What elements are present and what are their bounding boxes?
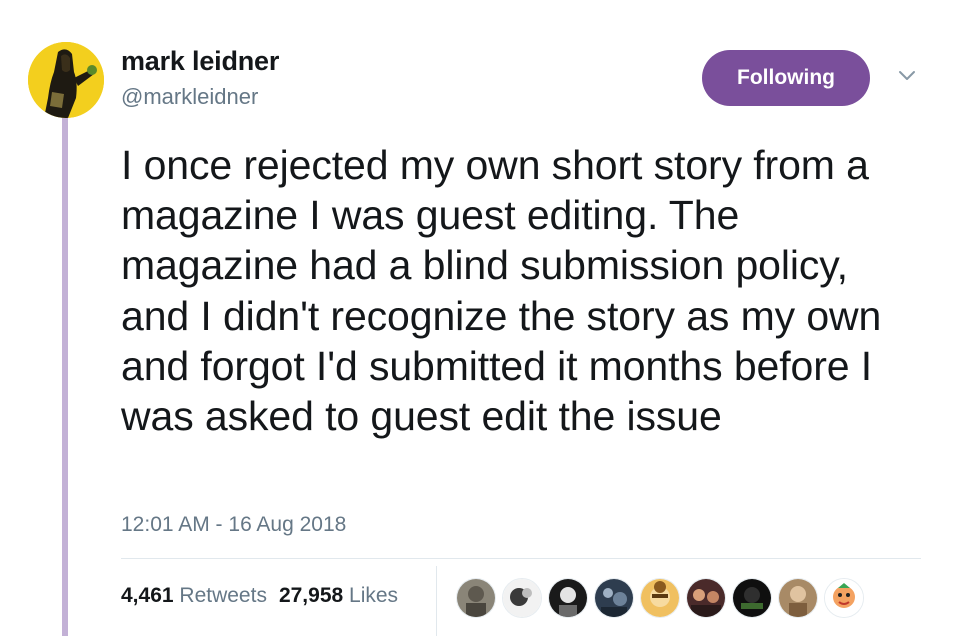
liker-avatar[interactable] bbox=[640, 578, 680, 618]
liker-avatar[interactable] bbox=[594, 578, 634, 618]
tweet-text: I once rejected my own short story from … bbox=[121, 142, 882, 440]
liker-avatar[interactable] bbox=[778, 578, 818, 618]
liker-avatar[interactable] bbox=[548, 578, 588, 618]
chevron-down-icon[interactable] bbox=[896, 64, 918, 86]
liker-avatar[interactable] bbox=[686, 578, 726, 618]
liker-avatars bbox=[456, 578, 864, 618]
likes-stat[interactable]: 27,958 Likes bbox=[279, 584, 398, 607]
retweets-stat[interactable]: 4,461 Retweets bbox=[121, 584, 267, 607]
stats-separator bbox=[436, 566, 437, 636]
tweet-stats: 4,461 Retweets 27,958 Likes bbox=[121, 584, 398, 608]
likes-label: Likes bbox=[349, 584, 399, 607]
like-count: 27,958 bbox=[278, 584, 344, 607]
retweets-label: Retweets bbox=[179, 584, 267, 607]
liker-avatar[interactable] bbox=[732, 578, 772, 618]
liker-avatar[interactable] bbox=[502, 578, 542, 618]
author-name[interactable]: mark leidner bbox=[121, 46, 279, 77]
avatar-illustration bbox=[28, 42, 104, 118]
thread-line bbox=[62, 118, 68, 636]
retweet-count: 4,461 bbox=[121, 584, 174, 607]
author-avatar[interactable] bbox=[28, 42, 104, 118]
author-handle[interactable]: @markleidner bbox=[121, 84, 258, 110]
tweet-timestamp[interactable]: 12:01 AM - 16 Aug 2018 bbox=[121, 513, 346, 537]
liker-avatar[interactable] bbox=[824, 578, 864, 618]
liker-avatar[interactable] bbox=[456, 578, 496, 618]
divider bbox=[121, 558, 921, 559]
following-button[interactable]: Following bbox=[702, 50, 870, 106]
